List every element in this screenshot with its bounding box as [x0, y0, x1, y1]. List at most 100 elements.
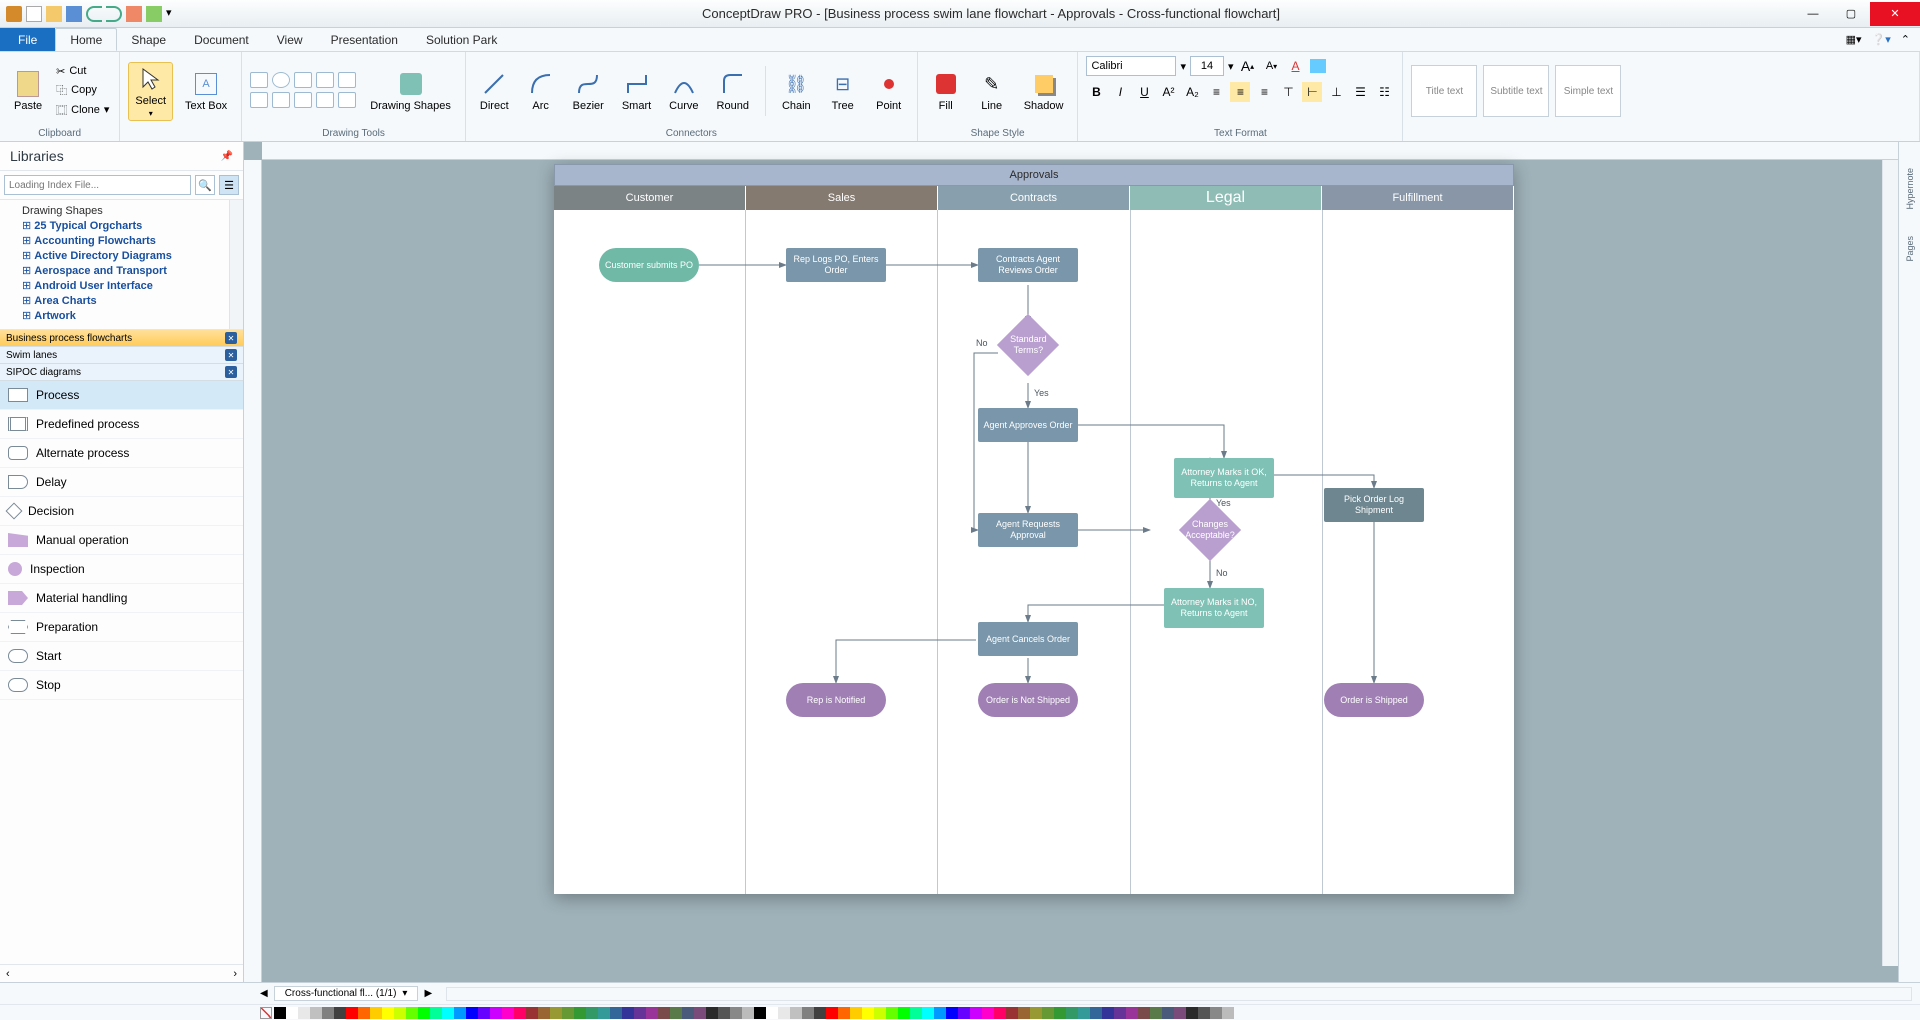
style-subtitle[interactable]: Subtitle text [1483, 65, 1549, 117]
curve-tool[interactable] [316, 72, 334, 88]
list-view-icon[interactable]: ☰ [219, 175, 239, 195]
superscript-button[interactable]: A² [1158, 82, 1178, 102]
color-swatch[interactable] [598, 1007, 610, 1019]
drawing-shapes-button[interactable]: Drawing Shapes [364, 68, 457, 114]
color-swatch[interactable] [1162, 1007, 1174, 1019]
color-swatch[interactable] [334, 1007, 346, 1019]
color-swatch[interactable] [1186, 1007, 1198, 1019]
line-tool[interactable] [294, 72, 312, 88]
color-swatch[interactable] [826, 1007, 838, 1019]
color-swatch[interactable] [538, 1007, 550, 1019]
page-tab[interactable]: Cross-functional fl... (1/1)▾ [274, 986, 419, 1001]
color-swatch[interactable] [1042, 1007, 1054, 1019]
tool-9[interactable] [316, 92, 334, 108]
color-swatch[interactable] [1210, 1007, 1222, 1019]
libtab-business-process[interactable]: Business process flowcharts✕ [0, 330, 243, 347]
point-button[interactable]: Point [869, 68, 909, 114]
color-swatch[interactable] [466, 1007, 478, 1019]
libtab-swimlanes[interactable]: Swim lanes✕ [0, 347, 243, 364]
font-select[interactable] [1086, 56, 1176, 76]
minimize-button[interactable]: — [1794, 2, 1832, 26]
prev-page-icon[interactable]: ◀ [260, 988, 268, 999]
qat-extra2-icon[interactable] [146, 6, 162, 22]
libraries-tree[interactable]: Drawing Shapes ⊞ 25 Typical Orgcharts ⊞ … [0, 200, 243, 330]
color-swatch[interactable] [286, 1007, 298, 1019]
color-swatch[interactable] [514, 1007, 526, 1019]
color-swatch[interactable] [958, 1007, 970, 1019]
bullets-button[interactable]: ☰ [1350, 82, 1370, 102]
color-swatch[interactable] [1006, 1007, 1018, 1019]
canvas-v-scrollbar[interactable] [1882, 160, 1898, 966]
h-scrollbar[interactable] [446, 987, 1912, 1001]
lane-legal[interactable]: Legal [1130, 186, 1322, 210]
shape-process[interactable]: Process [0, 381, 243, 410]
numbering-button[interactable]: ☷ [1374, 82, 1394, 102]
color-swatch[interactable] [1102, 1007, 1114, 1019]
color-swatch[interactable] [298, 1007, 310, 1019]
color-swatch[interactable] [1150, 1007, 1162, 1019]
color-swatch[interactable] [310, 1007, 322, 1019]
node-replog[interactable]: Rep Logs PO, Enters Order [786, 248, 886, 282]
node-review[interactable]: Contracts Agent Reviews Order [978, 248, 1078, 282]
color-swatch[interactable] [1174, 1007, 1186, 1019]
libtab-sipoc[interactable]: SIPOC diagrams✕ [0, 364, 243, 381]
tool-8[interactable] [294, 92, 312, 108]
underline-button[interactable]: U [1134, 82, 1154, 102]
color-swatch[interactable] [886, 1007, 898, 1019]
shape-delay[interactable]: Delay [0, 468, 243, 497]
color-swatch[interactable] [874, 1007, 886, 1019]
color-swatch[interactable] [502, 1007, 514, 1019]
tool-6[interactable] [250, 92, 268, 108]
color-swatch[interactable] [1066, 1007, 1078, 1019]
color-swatch[interactable] [742, 1007, 754, 1019]
color-swatch[interactable] [322, 1007, 334, 1019]
color-swatch[interactable] [526, 1007, 538, 1019]
file-tab[interactable]: File [0, 28, 55, 51]
node-cancel[interactable]: Agent Cancels Order [978, 622, 1078, 656]
open-icon[interactable] [46, 6, 62, 22]
tree-orgcharts[interactable]: ⊞ 25 Typical Orgcharts [2, 218, 241, 233]
close-libtab-icon[interactable]: ✕ [225, 349, 237, 361]
node-approve[interactable]: Agent Approves Order [978, 408, 1078, 442]
shape-stop[interactable]: Stop [0, 671, 243, 700]
font-color-button[interactable]: A [1286, 56, 1306, 76]
color-swatch[interactable] [346, 1007, 358, 1019]
copy-button[interactable]: ⿻Copy [54, 81, 111, 99]
tree-ad[interactable]: ⊞ Active Directory Diagrams [2, 248, 241, 263]
view-tab[interactable]: View [263, 28, 317, 51]
color-swatch[interactable] [730, 1007, 742, 1019]
conn-round[interactable]: Round [711, 68, 755, 114]
canvas[interactable]: Approvals Customer Sales Contracts Legal… [244, 142, 1898, 982]
color-swatch[interactable] [1126, 1007, 1138, 1019]
help-icon[interactable]: ❔▾ [1872, 33, 1891, 46]
hypernote-tab[interactable]: Hypernote [1903, 162, 1917, 216]
home-tab[interactable]: Home [55, 28, 117, 51]
color-swatch[interactable] [622, 1007, 634, 1019]
presentation-tab[interactable]: Presentation [317, 28, 412, 51]
tree-aerospace[interactable]: ⊞ Aerospace and Transport [2, 263, 241, 278]
color-swatch[interactable] [478, 1007, 490, 1019]
color-swatch[interactable] [1054, 1007, 1066, 1019]
qat-extra1-icon[interactable] [126, 6, 142, 22]
color-swatch[interactable] [1090, 1007, 1102, 1019]
node-attok[interactable]: Attorney Marks it OK, Returns to Agent [1174, 458, 1274, 498]
lib-h-scroll[interactable]: ‹› [0, 964, 243, 982]
color-swatch[interactable] [382, 1007, 394, 1019]
bold-button[interactable]: B [1086, 82, 1106, 102]
tree-android[interactable]: ⊞ Android User Interface [2, 278, 241, 293]
tree-accounting[interactable]: ⊞ Accounting Flowcharts [2, 233, 241, 248]
color-swatch[interactable] [718, 1007, 730, 1019]
color-swatch[interactable] [442, 1007, 454, 1019]
color-swatch[interactable] [802, 1007, 814, 1019]
new-icon[interactable] [26, 6, 42, 22]
color-swatch[interactable] [586, 1007, 598, 1019]
solution-park-tab[interactable]: Solution Park [412, 28, 511, 51]
redo-icon[interactable] [106, 6, 122, 22]
shrink-font-button[interactable]: A▾ [1262, 56, 1282, 76]
align-left-button[interactable]: ≡ [1206, 82, 1226, 102]
shape-manual[interactable]: Manual operation [0, 526, 243, 555]
color-swatch[interactable] [922, 1007, 934, 1019]
align-center-button[interactable]: ≡ [1230, 82, 1250, 102]
color-swatch[interactable] [898, 1007, 910, 1019]
color-swatch[interactable] [850, 1007, 862, 1019]
